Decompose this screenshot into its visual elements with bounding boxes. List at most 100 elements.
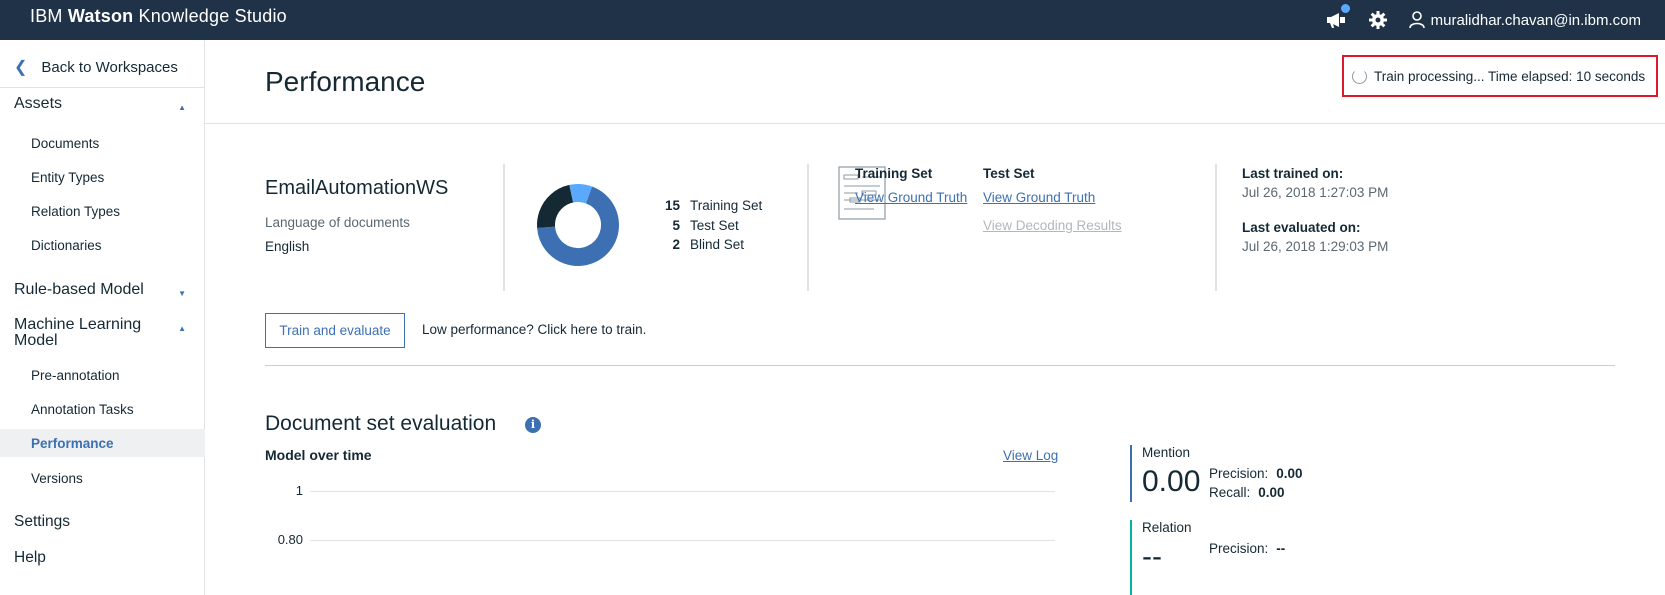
set-row-training: 15 Training Set	[657, 196, 762, 216]
mention-title: Mention	[1142, 445, 1191, 460]
sidebar-item-documents[interactable]: Documents	[0, 129, 205, 157]
sidebar-item-label: Dictionaries	[31, 237, 102, 253]
train-status-banner: Train processing... Time elapsed: 10 sec…	[1342, 55, 1658, 97]
sidebar-item-entity-types[interactable]: Entity Types	[0, 163, 205, 191]
set-row-test: 5 Test Set	[657, 216, 762, 236]
sidebar-item-label: Documents	[31, 135, 100, 151]
main-content: Performance Train processing... Time ela…	[205, 40, 1665, 595]
sidebar-item-settings[interactable]: Settings	[14, 513, 70, 531]
mention-recall: Recall: 0.00	[1209, 485, 1285, 500]
assets-label: Assets	[14, 95, 63, 112]
sidebar-item-annotation-tasks[interactable]: Annotation Tasks	[0, 395, 205, 423]
last-evaluated-value: Jul 26, 2018 1:29:03 PM	[1242, 239, 1389, 254]
recall-label: Recall:	[1209, 485, 1251, 500]
sidebar-item-label: Versions	[31, 470, 83, 486]
precision-label: Precision:	[1209, 541, 1269, 556]
set-label: Test Set	[690, 217, 739, 233]
sidebar-item-pre-annotation[interactable]: Pre-annotation	[0, 361, 205, 389]
last-evaluated-label: Last evaluated on:	[1242, 220, 1361, 235]
relation-precision: Precision: --	[1209, 541, 1285, 556]
sidebar-section-ml-model[interactable]: Machine Learning Model ▲	[14, 317, 194, 349]
caret-down-icon: ▼	[178, 289, 186, 298]
relation-accent-bar	[1130, 520, 1132, 595]
user-email: muralidhar.chavan@in.ibm.com	[1430, 11, 1641, 29]
gridline	[310, 540, 1055, 541]
mention-score: 0.00	[1142, 465, 1201, 498]
sidebar-item-label: Entity Types	[31, 169, 105, 185]
train-status-text: Train processing... Time elapsed: 10 sec…	[1374, 68, 1646, 84]
rule-label: Rule-based Model	[14, 281, 144, 298]
training-view-ground-truth-link[interactable]: View Ground Truth	[855, 190, 967, 205]
training-set-title: Training Set	[855, 166, 933, 181]
info-icon[interactable]: i	[525, 417, 541, 433]
sidebar-item-help[interactable]: Help	[14, 549, 46, 567]
user-icon	[1408, 11, 1425, 29]
set-label: Blind Set	[690, 237, 745, 253]
divider	[807, 164, 809, 291]
sidebar-section-assets[interactable]: Assets ▲	[14, 96, 194, 116]
view-decoding-results-link: View Decoding Results	[983, 218, 1122, 233]
brand-prefix: IBM	[30, 6, 63, 26]
sidebar-item-label: Performance	[31, 435, 114, 451]
gridline	[310, 491, 1055, 492]
y-tick-label: 1	[295, 483, 303, 498]
spinner-icon	[1352, 68, 1367, 84]
set-count: 15	[664, 198, 680, 214]
document-set-evaluation-title: Document set evaluation	[265, 412, 497, 435]
back-label: Back to Workspaces	[41, 58, 178, 76]
section-divider	[265, 365, 1615, 366]
sidebar-section-rule-based-model[interactable]: Rule-based Model ▼	[14, 282, 194, 302]
last-trained-label: Last trained on:	[1242, 166, 1344, 181]
divider	[1215, 164, 1217, 291]
caret-up-icon: ▲	[178, 103, 186, 112]
user-menu[interactable]: muralidhar.chavan@in.ibm.com	[1408, 11, 1641, 29]
relation-score: --	[1142, 540, 1162, 573]
y-tick-label: 0.80	[277, 532, 303, 547]
app-brand[interactable]: IBM Watson Knowledge Studio	[30, 6, 287, 27]
sidebar-item-performance[interactable]: Performance	[0, 429, 205, 457]
back-to-workspaces-link[interactable]: ❮ Back to Workspaces	[0, 52, 205, 82]
train-and-evaluate-button[interactable]: Train and evaluate	[265, 313, 405, 348]
recall-value: 0.00	[1258, 485, 1285, 500]
language-value: English	[265, 239, 310, 254]
precision-value: 0.00	[1276, 466, 1303, 481]
chevron-left-icon: ❮	[14, 59, 28, 76]
sidebar-divider	[0, 87, 205, 88]
set-count: 5	[672, 217, 680, 233]
test-set-title: Test Set	[983, 166, 1035, 181]
sidebar-item-versions[interactable]: Versions	[0, 464, 205, 492]
caret-up-icon: ▲	[178, 324, 186, 333]
notification-dot	[1340, 4, 1350, 13]
language-label: Language of documents	[265, 215, 410, 230]
workspace-name: EmailAutomationWS	[265, 177, 449, 199]
sidebar-item-label: Relation Types	[31, 203, 121, 219]
sidebar: ❮ Back to Workspaces Assets ▲ Documents …	[0, 40, 205, 595]
precision-label: Precision:	[1209, 466, 1269, 481]
sidebar-item-dictionaries[interactable]: Dictionaries	[0, 231, 205, 259]
set-label: Training Set	[690, 198, 763, 214]
view-log-link[interactable]: View Log	[1003, 448, 1058, 463]
model-over-time-title: Model over time	[265, 447, 372, 463]
announcement-icon[interactable]	[1325, 4, 1350, 31]
page-title: Performance	[265, 66, 426, 97]
test-view-ground-truth-link[interactable]: View Ground Truth	[983, 190, 1095, 205]
mention-precision: Precision: 0.00	[1209, 466, 1303, 481]
sidebar-item-relation-types[interactable]: Relation Types	[0, 197, 205, 225]
divider	[503, 164, 505, 291]
ml-label: Machine Learning Model	[14, 316, 142, 349]
precision-value: --	[1276, 541, 1286, 556]
gear-icon[interactable]	[1367, 9, 1389, 31]
relation-metric-card: Relation -- Precision: --	[1130, 520, 1390, 595]
sidebar-item-label: Annotation Tasks	[31, 401, 134, 417]
last-trained-value: Jul 26, 2018 1:27:03 PM	[1242, 185, 1389, 200]
mention-metric-card: Mention 0.00 Precision: 0.00 Recall: 0.00	[1130, 445, 1390, 505]
header-divider	[205, 123, 1665, 124]
top-bar: IBM Watson Knowledge Studio muralidhar.c…	[0, 0, 1665, 40]
document-sets-donut-chart	[537, 184, 619, 266]
document-set-counts: 15 Training Set 5 Test Set 2 Blind Set	[657, 196, 762, 255]
set-count: 2	[672, 237, 680, 253]
brand-suffix: Knowledge Studio	[138, 6, 287, 26]
relation-title: Relation	[1142, 520, 1192, 535]
low-performance-link[interactable]: Low performance? Click here to train.	[422, 322, 646, 337]
sidebar-item-label: Pre-annotation	[31, 367, 120, 383]
